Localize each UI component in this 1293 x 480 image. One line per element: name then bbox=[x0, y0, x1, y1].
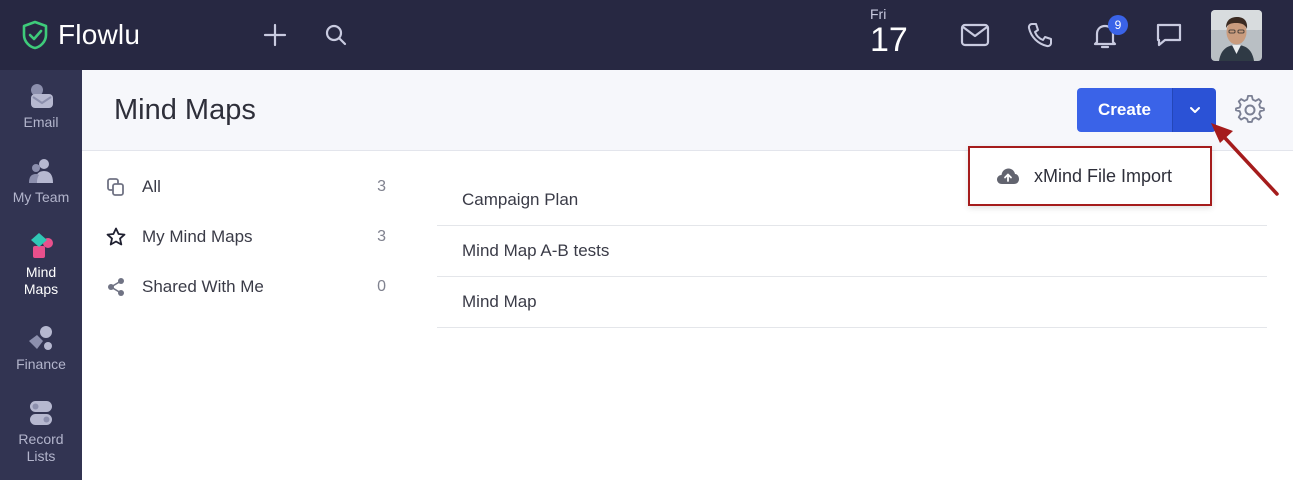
chevron-down-icon bbox=[1189, 107, 1200, 113]
filter-count: 3 bbox=[377, 228, 386, 245]
annotation-arrow bbox=[1211, 123, 1279, 196]
top-bar: Flowlu Fri 17 9 bbox=[0, 0, 1293, 70]
filter-label: All bbox=[142, 177, 161, 196]
logo[interactable]: Flowlu bbox=[20, 18, 140, 52]
chat-icon[interactable] bbox=[1155, 21, 1183, 49]
filter-count: 0 bbox=[377, 278, 386, 295]
page-header: Mind Maps Create bbox=[82, 70, 1293, 151]
share-icon bbox=[108, 278, 124, 296]
sidebar: Email My Team Mind Maps Finance Record L… bbox=[0, 70, 82, 480]
team-icon bbox=[29, 159, 53, 183]
sidebar-item-label: My Team bbox=[12, 189, 70, 205]
list-item[interactable]: Mind Map A-B tests bbox=[437, 226, 1267, 277]
create-dropdown-menu: xMind File Import bbox=[968, 146, 1212, 206]
copy-icon bbox=[107, 178, 124, 196]
date-day: Fri bbox=[870, 6, 887, 22]
add-icon[interactable] bbox=[262, 22, 288, 48]
sidebar-item-finance[interactable]: Finance bbox=[0, 324, 82, 373]
filter-all[interactable]: All 3 bbox=[106, 172, 386, 202]
logo-check-icon bbox=[22, 20, 48, 50]
record-lists-icon bbox=[30, 401, 52, 425]
sidebar-item-my-team[interactable]: My Team bbox=[0, 157, 82, 206]
finance-icon bbox=[29, 326, 52, 350]
filter-label: Shared With Me bbox=[142, 277, 264, 296]
search-icon[interactable] bbox=[324, 23, 348, 47]
list-item[interactable]: Mind Map bbox=[437, 277, 1267, 328]
filter-my-mind-maps[interactable]: My Mind Maps 3 bbox=[106, 222, 386, 252]
sidebar-item-label: Record Lists bbox=[18, 431, 64, 464]
current-date: Fri 17 bbox=[870, 6, 908, 58]
sidebar-item-email[interactable]: Email bbox=[0, 82, 82, 131]
avatar[interactable] bbox=[1211, 10, 1262, 61]
date-number: 17 bbox=[870, 21, 908, 59]
page-title: Mind Maps bbox=[114, 94, 256, 126]
app-name: Flowlu bbox=[58, 19, 141, 50]
xmind-import-item[interactable]: xMind File Import bbox=[1034, 166, 1172, 187]
star-icon bbox=[106, 227, 126, 246]
sidebar-item-record-lists[interactable]: Record Lists bbox=[0, 399, 82, 465]
sidebar-item-mind-maps[interactable]: Mind Maps bbox=[0, 232, 82, 298]
create-button[interactable]: Create bbox=[1077, 88, 1172, 132]
sidebar-item-label: Email bbox=[23, 114, 59, 130]
cloud-upload-icon bbox=[996, 167, 1020, 185]
email-icon bbox=[31, 84, 53, 108]
filter-label: My Mind Maps bbox=[142, 227, 253, 246]
mindmap-icon bbox=[31, 233, 53, 258]
notification-badge: 9 bbox=[1108, 15, 1128, 35]
sidebar-item-label: Mind Maps bbox=[23, 264, 59, 297]
phone-icon[interactable] bbox=[1026, 21, 1054, 49]
filter-count: 3 bbox=[377, 178, 386, 195]
filter-shared-with-me[interactable]: Shared With Me 0 bbox=[106, 272, 386, 302]
sidebar-item-label: Finance bbox=[16, 356, 66, 372]
mail-icon[interactable] bbox=[960, 22, 990, 48]
